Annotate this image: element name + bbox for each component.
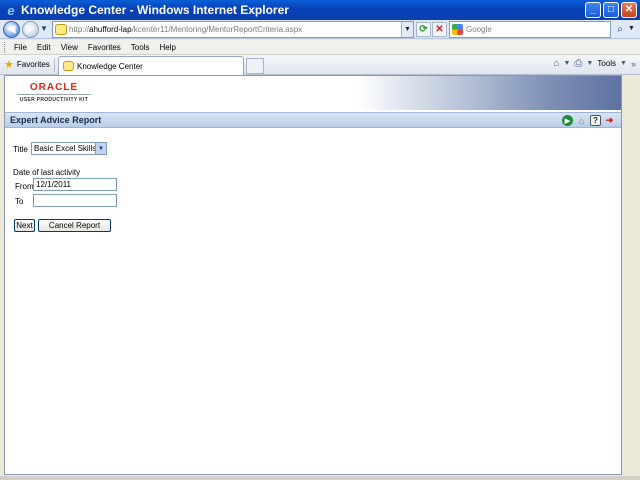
tools-dropdown-chevron-down-icon[interactable]: ▼	[620, 60, 627, 67]
favorites-bar: ★ Favorites Knowledge Center ⌂ ▼ ⎙ ▼ Too…	[0, 55, 640, 75]
print-icon[interactable]: ⎙	[574, 58, 582, 69]
to-label: To	[15, 197, 24, 206]
home-dropdown-chevron-down-icon[interactable]: ▼	[563, 60, 570, 67]
page-header-bar: Expert Advice Report ▶ ⌂ ? ➜	[5, 112, 621, 128]
header-actions: ▶ ⌂ ? ➜	[562, 115, 615, 126]
favorites-button[interactable]: ★ Favorites	[4, 58, 50, 71]
toolbar-grip	[4, 42, 7, 53]
toolbar-overflow-chevron-icon[interactable]: »	[631, 59, 636, 69]
help-icon[interactable]: ?	[590, 115, 601, 126]
menu-help[interactable]: Help	[159, 43, 175, 52]
search-icon[interactable]: ⌕	[613, 22, 627, 37]
address-row: ◀ ▶ ▼ http://ahufford-lap/kcenter11/Ment…	[0, 20, 640, 39]
minimize-button[interactable]: _	[585, 2, 601, 18]
title-select[interactable]: Basic Excel Skills ▼	[31, 142, 107, 155]
url-prefix: http://	[69, 25, 90, 34]
window-title: Knowledge Center - Windows Internet Expl…	[21, 3, 289, 17]
maximize-button[interactable]: □	[603, 2, 619, 18]
forward-button[interactable]: ▶	[22, 21, 39, 38]
next-arrow-icon[interactable]: ▶	[562, 115, 573, 126]
refresh-icon[interactable]: ⟳	[416, 22, 431, 37]
oracle-upk-logo: ORACLE USER PRODUCTIVITY KIT	[17, 82, 91, 103]
status-bar	[0, 476, 640, 480]
title-label: Title	[13, 145, 28, 154]
page-title: Expert Advice Report	[10, 115, 102, 125]
date-section-label: Date of last activity	[13, 168, 81, 177]
url-path: /kcenter11/Mentoring/MentorReportCriteri…	[131, 25, 303, 34]
tab-title: Knowledge Center	[77, 61, 143, 71]
search-input[interactable]: Google	[449, 21, 611, 38]
window-controls: _ □ ✕	[585, 2, 637, 18]
search-options-chevron-down-icon[interactable]: ▼	[628, 25, 635, 32]
next-button[interactable]: Next	[14, 219, 35, 232]
to-date-input[interactable]	[33, 194, 117, 207]
upk-logo-text: USER PRODUCTIVITY KIT	[19, 97, 89, 103]
from-label: From	[15, 182, 34, 191]
menu-tools[interactable]: Tools	[131, 43, 150, 52]
page-favicon-icon	[55, 24, 67, 35]
from-date-input[interactable]: 12/1/2011	[33, 178, 117, 191]
search-placeholder: Google	[466, 25, 492, 34]
vertical-scrollbar[interactable]	[623, 75, 636, 475]
recent-pages-chevron-down-icon[interactable]: ▼	[40, 24, 48, 33]
print-dropdown-chevron-down-icon[interactable]: ▼	[586, 60, 593, 67]
address-dropdown-chevron-down-icon[interactable]: ▼	[401, 22, 413, 37]
title-selected-value: Basic Excel Skills	[34, 144, 97, 153]
ie-logo-icon: e	[7, 2, 15, 18]
address-field[interactable]: http://ahufford-lap/kcenter11/Mentoring/…	[52, 21, 414, 38]
page-content: ORACLE USER PRODUCTIVITY KIT Expert Advi…	[4, 75, 622, 475]
window-title-bar: e Knowledge Center - Windows Internet Ex…	[0, 0, 640, 20]
oracle-logo-text: ORACLE	[17, 82, 91, 95]
exit-icon[interactable]: ➜	[604, 115, 615, 126]
command-bar: ⌂ ▼ ⎙ ▼ Tools ▼ »	[553, 58, 636, 69]
home-page-icon[interactable]: ⌂	[553, 58, 559, 69]
tools-button[interactable]: Tools	[597, 59, 616, 68]
star-icon: ★	[4, 59, 14, 71]
favorites-label: Favorites	[16, 60, 50, 69]
chevron-down-icon[interactable]: ▼	[95, 143, 106, 154]
close-button[interactable]: ✕	[621, 2, 637, 18]
from-date-value: 12/1/2011	[36, 180, 71, 189]
menu-view[interactable]: View	[61, 43, 78, 52]
url-host: ahufford-lap	[89, 25, 132, 34]
tab-knowledge-center[interactable]: Knowledge Center	[58, 56, 244, 75]
home-icon[interactable]: ⌂	[576, 115, 587, 126]
stop-icon[interactable]: ✕	[432, 22, 447, 37]
menu-favorites[interactable]: Favorites	[88, 43, 121, 52]
new-tab-button[interactable]	[246, 58, 264, 74]
menu-file[interactable]: File	[14, 43, 27, 52]
page-banner: ORACLE USER PRODUCTIVITY KIT	[5, 76, 621, 110]
back-button[interactable]: ◀	[3, 21, 20, 38]
google-logo-icon	[452, 24, 463, 35]
page-favicon-icon	[63, 61, 74, 71]
menu-edit[interactable]: Edit	[37, 43, 51, 52]
divider	[54, 58, 55, 72]
cancel-report-button[interactable]: Cancel Report	[38, 219, 111, 232]
menu-bar: File Edit View Favorites Tools Help	[0, 40, 640, 55]
